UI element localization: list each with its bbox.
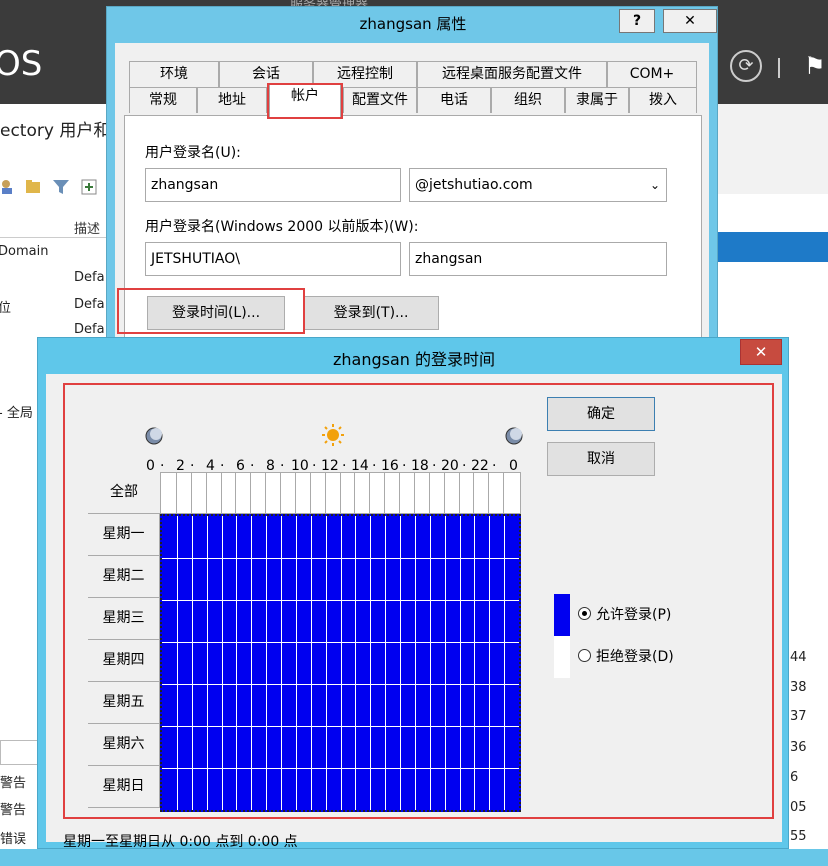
taskbar xyxy=(0,849,828,866)
close-button[interactable]: ✕ xyxy=(663,9,717,33)
dialog-title: zhangsan 的登录时间 xyxy=(332,350,495,369)
ad-panel-title: ectory 用户和 xyxy=(0,121,111,141)
chevron-down-icon: ⌄ xyxy=(649,178,660,192)
list-item[interactable]: Defa xyxy=(74,322,105,337)
logon-to-button[interactable]: 登录到(T)... xyxy=(303,296,439,330)
tab-organization[interactable]: 组织 xyxy=(491,87,565,113)
event-level: 警告 xyxy=(0,776,27,791)
refresh-icon[interactable]: ⟳ xyxy=(730,50,762,82)
event-id: 38 xyxy=(790,680,807,695)
account-tab-panel: 用户登录名(U): zhangsan @jetshutiao.com ⌄ 用户登… xyxy=(117,115,702,347)
tab-member-of[interactable]: 隶属于 xyxy=(565,87,629,113)
logon-name-label: 用户登录名(U): xyxy=(145,145,241,161)
tab-com-plus[interactable]: COM+ xyxy=(607,61,697,87)
list-item[interactable]: 位 xyxy=(0,297,11,316)
tab-general[interactable]: 常规 xyxy=(129,87,197,113)
highlight-box xyxy=(267,83,343,119)
pre2000-logon-input[interactable]: zhangsan xyxy=(409,242,667,276)
filter-icon[interactable] xyxy=(52,178,70,196)
tab-environment[interactable]: 环境 xyxy=(129,61,219,87)
scroll-area xyxy=(0,740,40,765)
event-id: 55 xyxy=(790,829,807,844)
event-id: 36 xyxy=(790,740,807,755)
pre2000-logon-label: 用户登录名(Windows 2000 以前版本)(W): xyxy=(145,219,419,235)
list-item[interactable]: Defa xyxy=(74,297,105,312)
tab-rds-profile[interactable]: 远程桌面服务配置文件 xyxy=(417,61,607,87)
user-properties-dialog: zhangsan 属性 ? ✕ 环境 会话 远程控制 远程桌面服务配置文件 CO… xyxy=(106,6,718,347)
selection-status-text: 星期一至星期日从 0:00 点到 0:00 点 xyxy=(63,834,298,850)
close-button[interactable]: ✕ xyxy=(740,339,782,365)
help-button[interactable]: ? xyxy=(619,9,655,33)
server-manager-logo: OS xyxy=(0,44,43,84)
list-item[interactable]: Domain xyxy=(0,244,48,259)
column-header-description[interactable]: 描述 xyxy=(74,218,100,237)
list-item[interactable]: Defa xyxy=(74,270,105,285)
event-id: 05 xyxy=(790,800,807,815)
tab-dial-in[interactable]: 拨入 xyxy=(629,87,697,113)
event-id: 37 xyxy=(790,709,807,724)
tab-address[interactable]: 地址 xyxy=(197,87,267,113)
tab-profile[interactable]: 配置文件 xyxy=(343,87,417,113)
toolbar-separator xyxy=(778,58,780,78)
event-level: 警告 xyxy=(0,803,27,818)
highlight-box xyxy=(117,288,305,334)
upn-suffix-value: @jetshutiao.com xyxy=(415,177,533,193)
flag-icon[interactable]: ⚑ xyxy=(804,52,826,80)
highlight-box xyxy=(63,383,774,819)
add-user-icon[interactable] xyxy=(0,178,18,196)
list-item[interactable]: - 全局 xyxy=(0,402,33,421)
upn-suffix-select[interactable]: @jetshutiao.com ⌄ xyxy=(409,168,667,202)
event-level: 错误 xyxy=(0,832,27,847)
right-panel-selected-row[interactable] xyxy=(718,232,828,262)
event-id: 44 xyxy=(790,650,807,665)
logon-hours-dialog: zhangsan 的登录时间 ✕ 0 2 4 6 8 10 12 14 16 1… xyxy=(37,337,789,850)
logon-name-input[interactable]: zhangsan xyxy=(145,168,401,202)
ad-toolbar xyxy=(0,178,110,202)
add-group-icon[interactable] xyxy=(24,178,42,196)
right-panel-header xyxy=(718,104,828,194)
event-id: 6 xyxy=(790,770,799,785)
pre2000-domain-field: JETSHUTIAO\ xyxy=(145,242,401,276)
add-to-group-icon[interactable] xyxy=(80,178,98,196)
tab-telephones[interactable]: 电话 xyxy=(417,87,491,113)
